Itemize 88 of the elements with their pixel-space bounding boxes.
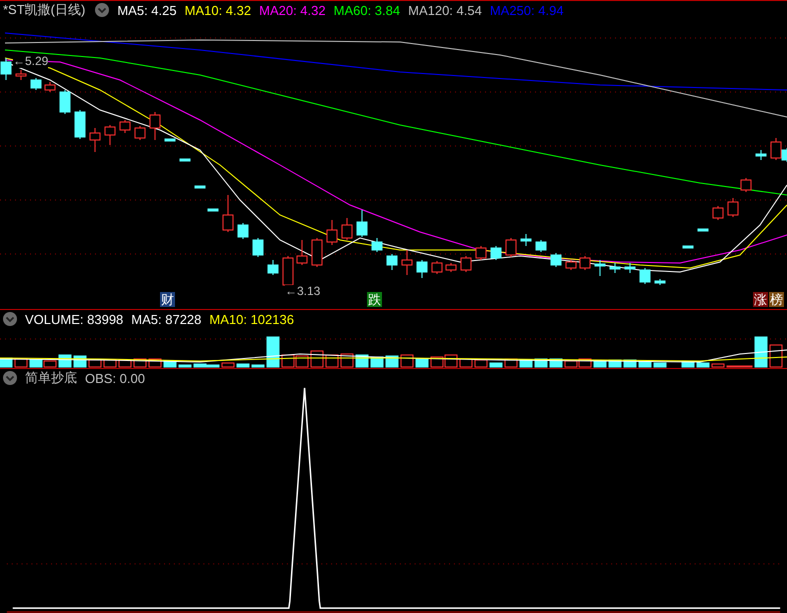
indicator-value: MA120: 4.54 xyxy=(408,2,482,18)
candlestick xyxy=(16,70,26,80)
candlestick xyxy=(460,256,472,272)
indicator-value: MA250: 4.94 xyxy=(490,2,564,18)
volume-bar xyxy=(638,362,652,368)
candlestick xyxy=(682,246,694,248)
volume-bar xyxy=(252,364,264,368)
candlestick xyxy=(208,208,218,212)
candlestick xyxy=(134,126,146,140)
candlestick xyxy=(164,138,176,142)
event-tag[interactable]: 跌 xyxy=(367,292,382,307)
volume-bar xyxy=(490,362,502,368)
candlestick xyxy=(640,268,650,284)
candlestick xyxy=(610,262,620,274)
volume-bar xyxy=(770,344,782,368)
candlestick xyxy=(0,58,12,80)
candlestick xyxy=(506,238,516,258)
volume-bar xyxy=(296,356,308,368)
event-tag[interactable]: 财 xyxy=(160,292,175,307)
candlestick xyxy=(180,158,190,162)
price-label: ←5.29 xyxy=(13,55,48,68)
volume-bar xyxy=(266,336,280,368)
volume-bar xyxy=(178,364,192,368)
indicator-value: 简单抄底 xyxy=(25,369,77,387)
candlestick xyxy=(446,262,456,272)
candlestick xyxy=(74,110,86,140)
candlestick xyxy=(432,260,442,274)
indicator-value: MA10: 102136 xyxy=(209,312,294,326)
candlestick xyxy=(490,246,502,260)
event-tag[interactable]: 榜 xyxy=(769,292,784,307)
volume-bar xyxy=(474,360,488,368)
candlestick xyxy=(728,198,738,218)
candlestick xyxy=(372,238,382,252)
candlestick xyxy=(44,82,56,92)
candlestick xyxy=(104,124,116,146)
volume-bar xyxy=(696,362,710,368)
candlestick xyxy=(30,78,42,90)
candlestick xyxy=(712,206,724,220)
candlestick xyxy=(624,262,636,274)
dropdown-icon[interactable] xyxy=(3,312,17,326)
indicator-value: MA60: 3.84 xyxy=(334,2,400,18)
candlestick xyxy=(356,210,368,238)
candlestick xyxy=(740,178,752,192)
volume-bar xyxy=(460,358,472,368)
dropdown-icon[interactable] xyxy=(95,3,110,17)
indicator-value: MA5: 87228 xyxy=(131,312,202,326)
candlestick xyxy=(416,260,428,278)
indicator-value: MA20: 4.32 xyxy=(259,2,326,18)
candlestick xyxy=(580,256,590,270)
candlestick xyxy=(566,260,576,270)
candlestick xyxy=(90,128,100,152)
dropdown-icon[interactable] xyxy=(3,371,17,385)
candlestick xyxy=(238,222,248,240)
candlestick xyxy=(194,186,206,188)
volume-bar xyxy=(222,362,234,368)
indicator-value: MA5: 4.25 xyxy=(117,2,177,18)
volume-bar xyxy=(400,354,414,368)
candlestick xyxy=(120,120,130,134)
candlestick xyxy=(222,194,234,232)
candlestick xyxy=(252,238,264,258)
candlestick xyxy=(476,246,486,260)
volume-bar xyxy=(712,364,724,368)
volume-bar xyxy=(14,358,28,368)
candlestick xyxy=(594,260,606,276)
stock-title: *ST凯撒(日线) xyxy=(3,1,86,19)
candlestick xyxy=(756,150,766,160)
candlestick xyxy=(60,90,70,114)
candlestick xyxy=(296,240,308,266)
price-label: ←3.13 xyxy=(285,285,320,298)
indicator-value: MA10: 4.32 xyxy=(184,2,252,18)
candlestick xyxy=(536,240,546,252)
volume-bar xyxy=(236,364,250,368)
volume-bar xyxy=(754,336,768,368)
candlestick xyxy=(698,228,708,232)
indicator-value: VOLUME: 83998 xyxy=(25,312,124,326)
indicator-value: OBS: 0.00 xyxy=(85,370,145,386)
event-tag[interactable]: 涨 xyxy=(753,292,768,307)
candlestick xyxy=(268,260,278,276)
volume-bar xyxy=(416,358,428,368)
candlestick xyxy=(550,252,562,268)
candlestick xyxy=(402,250,412,276)
candlestick xyxy=(150,112,160,140)
candlestick xyxy=(326,220,338,246)
volume-bar xyxy=(654,362,666,368)
candlestick xyxy=(342,218,352,240)
candlestick xyxy=(386,254,398,270)
candlestick xyxy=(312,238,322,268)
candlestick xyxy=(520,234,532,246)
